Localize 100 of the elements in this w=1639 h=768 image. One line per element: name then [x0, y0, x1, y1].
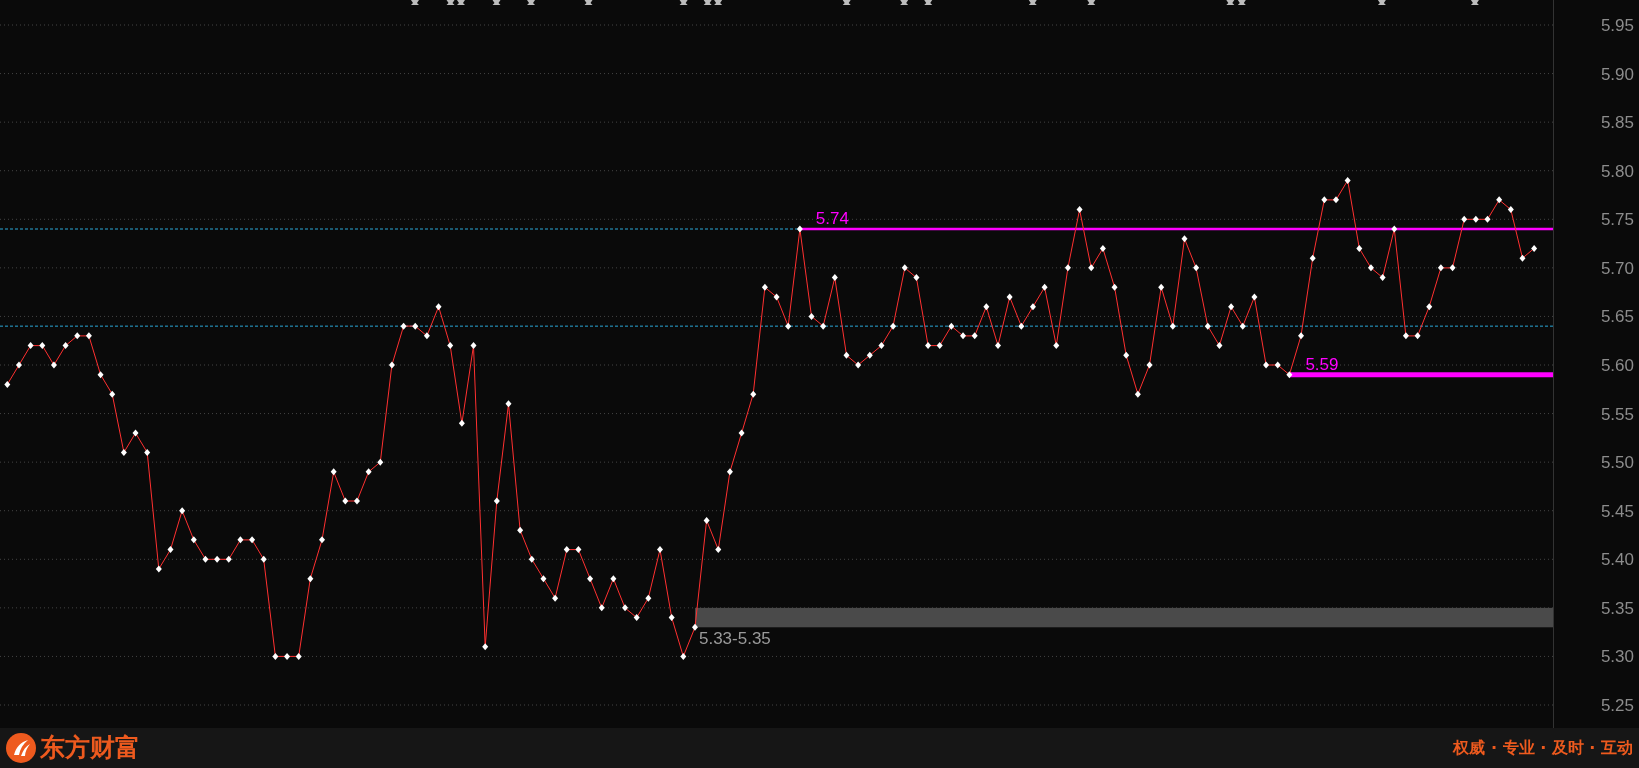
data-point [1437, 264, 1444, 272]
data-point [435, 303, 442, 311]
data-point [214, 555, 221, 563]
data-point [1519, 254, 1526, 262]
data-point [155, 565, 162, 573]
data-point [552, 594, 559, 602]
data-point [1053, 342, 1060, 350]
data-point [132, 429, 139, 437]
data-point [843, 351, 850, 359]
data-point [50, 361, 57, 369]
data-point [39, 342, 46, 350]
data-point [423, 332, 430, 340]
axis-label: 5.65 [1600, 307, 1634, 327]
data-point [470, 342, 477, 350]
data-point [645, 594, 652, 602]
axis-label: 5.80 [1600, 161, 1634, 181]
data-point [1204, 322, 1211, 330]
data-point [901, 264, 908, 272]
axis-label: 5.35 [1600, 598, 1634, 618]
data-point [528, 555, 535, 563]
axis-label: 5.90 [1600, 64, 1634, 84]
data-point [761, 283, 768, 291]
data-point [120, 448, 127, 456]
data-point [808, 312, 815, 320]
data-point [249, 536, 256, 544]
logo-icon [6, 733, 36, 763]
data-point [1484, 215, 1491, 223]
data-point [796, 225, 803, 233]
data-point [225, 555, 232, 563]
data-point [563, 546, 570, 554]
axis-label: 5.50 [1600, 453, 1634, 473]
data-point [1239, 322, 1246, 330]
data-point [330, 468, 337, 476]
data-point [831, 274, 838, 282]
data-point [1449, 264, 1456, 272]
data-point [1402, 332, 1409, 340]
data-point [715, 546, 722, 554]
data-point [190, 536, 197, 544]
data-point [878, 342, 885, 350]
data-point [1379, 274, 1386, 282]
data-point [1507, 206, 1514, 214]
data-point [738, 429, 745, 437]
axis-label: 5.25 [1600, 696, 1634, 715]
data-point [447, 342, 454, 350]
data-point [913, 274, 920, 282]
data-point [680, 652, 687, 660]
data-point [1333, 196, 1339, 204]
level-label: 5.59 [1305, 354, 1339, 374]
data-point [1158, 283, 1165, 291]
data-point [15, 361, 22, 369]
data-point [1286, 371, 1293, 379]
data-point [866, 351, 873, 359]
axis-label: 5.85 [1600, 113, 1634, 133]
data-point [1216, 342, 1223, 350]
data-point [936, 342, 943, 350]
data-point [785, 322, 792, 330]
data-point [1274, 361, 1281, 369]
data-point [1228, 303, 1235, 311]
axis-label: 5.95 [1600, 16, 1634, 35]
data-point [1309, 254, 1316, 262]
axis-label: 5.60 [1600, 356, 1634, 375]
data-point [353, 497, 360, 505]
data-point [365, 468, 372, 476]
data-point [610, 575, 617, 583]
data-point [400, 322, 407, 330]
data-point [377, 458, 384, 466]
axis-label: 5.55 [1600, 404, 1634, 424]
data-point [1414, 332, 1421, 340]
data-point [272, 652, 279, 660]
data-point [1029, 303, 1036, 311]
axis-label: 5.75 [1600, 210, 1634, 230]
data-point [1181, 235, 1188, 243]
data-point [342, 497, 349, 505]
data-point [307, 575, 314, 583]
data-point [890, 322, 897, 330]
slogan: 权威 · 专业 · 及时 · 互动 [1453, 737, 1633, 759]
data-point [1041, 283, 1048, 291]
data-point [668, 614, 675, 622]
data-point [319, 536, 325, 544]
data-point [971, 332, 978, 340]
data-point [925, 342, 932, 350]
data-point [1251, 293, 1258, 301]
data-point [1356, 244, 1363, 252]
data-point [179, 507, 186, 515]
data-point [1472, 215, 1479, 223]
data-point [1146, 361, 1153, 369]
data-point [1344, 176, 1351, 184]
data-point [1321, 196, 1328, 204]
data-point [1391, 225, 1398, 233]
data-point [109, 390, 116, 398]
data-point [388, 361, 395, 369]
data-point [622, 604, 629, 612]
data-point [493, 497, 500, 505]
data-point [855, 361, 862, 369]
data-point [540, 575, 547, 583]
axis-label: 5.45 [1600, 501, 1634, 521]
data-point [1099, 244, 1106, 252]
data-point [284, 652, 291, 660]
data-point [1006, 293, 1013, 301]
data-point [703, 516, 710, 524]
